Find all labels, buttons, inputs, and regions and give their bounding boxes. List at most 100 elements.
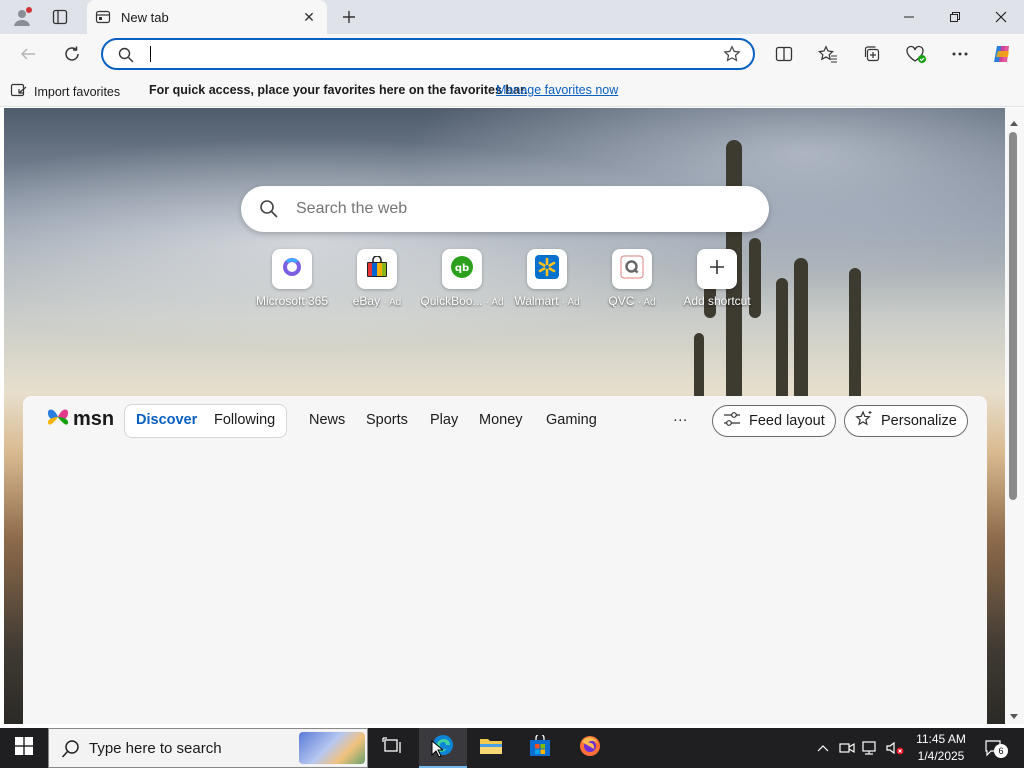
address-input[interactable] bbox=[147, 42, 707, 66]
favorites-bar: Import favorites For quick access, place… bbox=[0, 74, 1024, 107]
shortcut-label: eBay bbox=[352, 294, 381, 308]
mouse-cursor-icon bbox=[431, 739, 445, 763]
notification-center-icon[interactable]: 6 bbox=[982, 738, 1008, 758]
shortcut-label: Microsoft 365 bbox=[255, 294, 329, 308]
clock-date: 1/4/2025 bbox=[917, 749, 965, 763]
favorites-icon[interactable] bbox=[814, 42, 842, 66]
windows-logo-icon bbox=[15, 736, 33, 760]
start-button[interactable] bbox=[0, 728, 48, 768]
profile-icon[interactable] bbox=[10, 5, 34, 29]
split-screen-icon[interactable] bbox=[770, 42, 798, 66]
nav-news[interactable]: News bbox=[309, 412, 345, 428]
walmart-spark-icon bbox=[535, 254, 559, 284]
browser-essentials-icon[interactable] bbox=[902, 42, 930, 66]
qvc-icon bbox=[620, 255, 644, 284]
nav-sports[interactable]: Sports bbox=[366, 412, 408, 428]
shortcut-icon-box: qb bbox=[442, 249, 482, 289]
ad-label: · Ad bbox=[383, 297, 402, 308]
taskbar-search-placeholder: Type here to search bbox=[89, 739, 222, 757]
scrollbar-thumb[interactable] bbox=[1009, 132, 1017, 500]
tab-following[interactable]: Following bbox=[214, 412, 275, 428]
msn-butterfly-icon bbox=[45, 404, 71, 435]
sliders-icon bbox=[723, 411, 741, 431]
feed-layout-label: Feed layout bbox=[749, 413, 825, 429]
page-scrollbar[interactable] bbox=[1005, 108, 1024, 724]
taskbar-search-box[interactable]: Type here to search bbox=[48, 728, 368, 768]
meet-now-icon[interactable] bbox=[838, 738, 856, 758]
taskbar-firefox-button[interactable] bbox=[566, 728, 614, 768]
shortcut-label: Add shortcut bbox=[683, 294, 751, 308]
nav-play[interactable]: Play bbox=[430, 412, 458, 428]
search-icon bbox=[259, 199, 279, 224]
taskbar-store-button[interactable] bbox=[516, 728, 564, 768]
taskbar: Type here to search 11:45 AM 1/4/2025 6 bbox=[0, 728, 1024, 768]
msn-wordmark: msn bbox=[73, 408, 115, 430]
shortcut-label: QVC bbox=[608, 294, 635, 308]
shortcut-quickbooks[interactable]: qb QuickBoo... · Ad bbox=[420, 249, 504, 308]
import-icon bbox=[10, 82, 28, 101]
taskbar-edge-button[interactable] bbox=[419, 728, 467, 768]
scroll-up-arrow-icon[interactable] bbox=[1009, 114, 1019, 132]
nav-money[interactable]: Money bbox=[479, 412, 523, 428]
more-nav-button[interactable]: ··· bbox=[673, 412, 688, 428]
sparkle-star-icon bbox=[855, 410, 873, 432]
close-tab-icon[interactable]: ✕ bbox=[299, 7, 319, 27]
show-hidden-icons-icon[interactable] bbox=[814, 738, 832, 758]
import-favorites-label: Import favorites bbox=[34, 84, 121, 99]
new-tab-page: Search the web Microsoft 365 eBay · Ad q… bbox=[4, 108, 1005, 724]
microsoft-store-icon bbox=[529, 732, 551, 762]
folder-icon bbox=[479, 736, 503, 761]
close-window-button[interactable] bbox=[978, 0, 1024, 34]
quickbooks-icon: qb bbox=[450, 255, 474, 284]
network-icon[interactable] bbox=[862, 738, 880, 758]
system-clock[interactable]: 11:45 AM 1/4/2025 bbox=[906, 731, 976, 765]
shortcut-qvc[interactable]: QVC · Ad bbox=[590, 249, 674, 308]
msn-feed-panel: msn Discover Following News Sports Play … bbox=[23, 396, 987, 724]
taskbar-file-explorer-button[interactable] bbox=[467, 728, 515, 768]
search-highlight-image bbox=[299, 732, 365, 764]
favorite-star-icon[interactable] bbox=[723, 45, 741, 68]
minimize-button[interactable] bbox=[886, 0, 932, 34]
shortcut-icon-box bbox=[527, 249, 567, 289]
shortcut-walmart[interactable]: Walmart · Ad bbox=[505, 249, 589, 308]
task-view-button[interactable] bbox=[368, 728, 416, 768]
shortcut-icon-box bbox=[697, 249, 737, 289]
web-search-placeholder: Search the web bbox=[296, 200, 408, 217]
import-favorites-button[interactable]: Import favorites bbox=[10, 82, 120, 101]
more-options-icon[interactable] bbox=[946, 42, 974, 66]
back-icon[interactable] bbox=[14, 42, 42, 66]
shopping-bag-icon bbox=[365, 254, 389, 283]
personalize-label: Personalize bbox=[881, 413, 957, 429]
favorites-bar-message: For quick access, place your favorites h… bbox=[149, 83, 528, 97]
search-icon bbox=[61, 739, 81, 764]
new-tab-icon bbox=[95, 9, 111, 25]
text-caret bbox=[150, 46, 151, 62]
manage-favorites-link[interactable]: Manage favorites now bbox=[496, 83, 618, 97]
refresh-icon[interactable] bbox=[58, 42, 86, 66]
shortcut-add[interactable]: Add shortcut bbox=[675, 249, 759, 308]
personalize-button[interactable]: Personalize bbox=[844, 405, 968, 437]
tab-discover[interactable]: Discover bbox=[136, 412, 197, 428]
shortcut-label: QuickBoo... bbox=[420, 294, 483, 308]
tab-actions-icon[interactable] bbox=[48, 5, 72, 29]
msn-logo[interactable]: msn bbox=[45, 404, 114, 435]
clock-time: 11:45 AM bbox=[916, 732, 966, 746]
scroll-down-arrow-icon[interactable] bbox=[1009, 708, 1019, 726]
nav-gaming[interactable]: Gaming bbox=[546, 412, 597, 428]
browser-tab[interactable]: New tab ✕ bbox=[87, 0, 327, 34]
restore-button[interactable] bbox=[932, 0, 978, 34]
copilot-icon[interactable] bbox=[988, 42, 1016, 66]
web-search-box[interactable]: Search the web bbox=[241, 186, 769, 232]
shortcut-microsoft-365[interactable]: Microsoft 365 bbox=[250, 249, 334, 308]
shortcut-label: Walmart bbox=[514, 294, 559, 308]
address-bar[interactable] bbox=[101, 38, 755, 70]
plus-icon bbox=[708, 258, 726, 281]
collections-icon[interactable] bbox=[858, 42, 886, 66]
shortcut-icon-box bbox=[357, 249, 397, 289]
tab-title: New tab bbox=[121, 9, 169, 25]
ad-label: · Ad bbox=[485, 297, 504, 308]
shortcut-ebay[interactable]: eBay · Ad bbox=[335, 249, 419, 308]
new-tab-button[interactable] bbox=[337, 5, 361, 29]
feed-layout-button[interactable]: Feed layout bbox=[712, 405, 836, 437]
volume-muted-icon[interactable] bbox=[886, 738, 904, 758]
